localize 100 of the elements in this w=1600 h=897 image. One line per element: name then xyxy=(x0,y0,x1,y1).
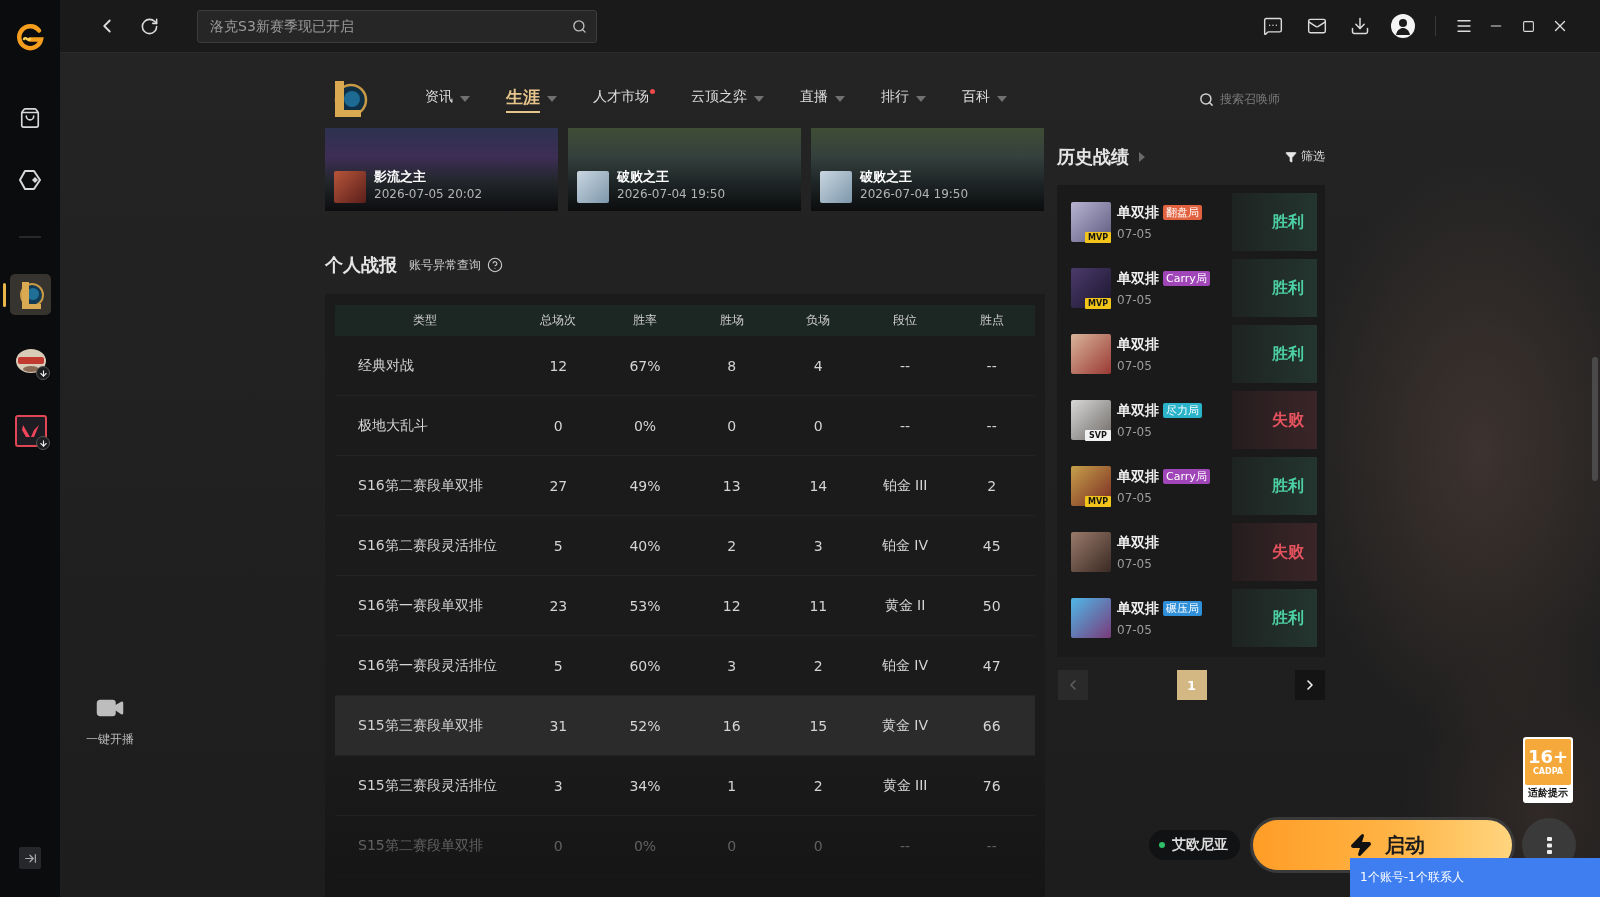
table-cell: 黄金 II xyxy=(884,596,926,615)
table-cell: 12 xyxy=(549,357,568,374)
go-live-button[interactable]: 一键开播 xyxy=(72,693,148,748)
shopping-bag-icon[interactable] xyxy=(19,107,41,129)
caret-right-icon[interactable] xyxy=(1139,151,1145,162)
match-tag: 翻盘局 xyxy=(1163,204,1202,220)
collapse-button[interactable] xyxy=(19,847,41,869)
table-cell: 31 xyxy=(549,717,568,734)
nav-tab[interactable]: 人才市场 xyxy=(593,79,655,119)
match-tag: 尽力局 xyxy=(1163,402,1202,418)
nav-tab[interactable]: 生涯 xyxy=(506,79,557,119)
table-cell: 34% xyxy=(629,777,661,794)
filter-button[interactable]: 筛选 xyxy=(1285,148,1325,165)
user-avatar-icon[interactable] xyxy=(1391,14,1415,38)
table-cell: 2 xyxy=(727,537,737,554)
search-icon[interactable] xyxy=(572,18,587,34)
match-date: 07-05 xyxy=(1117,358,1153,373)
match-tag: Carry局 xyxy=(1163,270,1210,286)
table-cell-text: 极地大乱斗 xyxy=(357,416,428,435)
account-check-link[interactable]: 账号异常查询 xyxy=(409,256,481,274)
table-cell: 11 xyxy=(809,597,828,614)
table-cell: 3 xyxy=(813,537,823,554)
table-cell: 0 xyxy=(727,837,737,854)
champion-name: 破败之王 xyxy=(617,169,670,184)
nav-tab[interactable]: 百科 xyxy=(962,79,1007,119)
next-page-button[interactable] xyxy=(1295,670,1325,700)
match-tag: 碾压局 xyxy=(1163,600,1202,616)
v-mark-icon xyxy=(14,414,47,447)
column-header: 胜率 xyxy=(632,312,658,329)
nav-tab[interactable]: 资讯 xyxy=(425,79,470,119)
table-cell: 66 xyxy=(982,717,1001,734)
caret-down-icon xyxy=(997,96,1007,102)
table-cell: 黄金 III xyxy=(882,776,928,795)
table-cell: 5 xyxy=(553,537,563,554)
match-result: 胜利 xyxy=(1232,325,1317,383)
match-date: 07-05 xyxy=(1117,292,1153,307)
table-cell: 23 xyxy=(549,597,568,614)
video-thumbnail[interactable]: 破败之王 2026-07-04 19:50 xyxy=(568,128,801,211)
video-thumbnail[interactable]: 影流之主 2026-07-05 20:02 xyxy=(325,128,558,211)
table-cell: 60% xyxy=(629,657,661,674)
selection-indicator xyxy=(3,283,6,307)
help-icon[interactable] xyxy=(487,257,503,273)
account-toast[interactable]: 1个账号-1个联系人 xyxy=(1350,858,1600,897)
match-result: 胜利 xyxy=(1232,457,1317,515)
menu-icon[interactable] xyxy=(1455,17,1473,35)
nav-tab[interactable]: 排行 xyxy=(881,79,926,119)
table-cell-text: S15第三赛段灵活排位 xyxy=(357,776,497,795)
summoner-search-field[interactable]: 搜索召唤师 xyxy=(1220,92,1300,106)
scrollbar[interactable] xyxy=(1592,357,1598,481)
chat-icon[interactable] xyxy=(1263,16,1283,36)
download-badge-icon xyxy=(36,366,50,380)
caret-down-icon xyxy=(835,96,845,102)
table-cell-text: S16第一赛段灵活排位 xyxy=(357,656,497,675)
maximize-icon[interactable] xyxy=(1521,19,1535,33)
match-result: 胜利 xyxy=(1232,589,1317,647)
table-cell: 0 xyxy=(553,837,563,854)
nav-tab[interactable]: 云顶之弈 xyxy=(691,79,764,119)
column-header: 胜场 xyxy=(718,312,745,329)
table-cell-text: S16第一赛段单双排 xyxy=(357,596,483,615)
table-cell: -- xyxy=(986,417,997,434)
search-icon xyxy=(1199,91,1214,107)
search-field[interactable]: 洛克S3新赛季现已开启 xyxy=(197,9,597,43)
server-selector[interactable]: 艾欧尼亚 xyxy=(1149,830,1240,860)
table-cell: -- xyxy=(899,837,911,854)
table-cell: 53% xyxy=(629,597,661,614)
rank-badge: SVP xyxy=(1085,430,1111,441)
table-cell: 2 xyxy=(813,657,823,674)
video-time: 2026-07-05 20:02 xyxy=(374,187,483,202)
table-cell: 黄金 IV xyxy=(881,716,929,735)
match-result: 失败 xyxy=(1232,391,1317,449)
refresh-icon[interactable] xyxy=(140,16,159,36)
table-cell: 40% xyxy=(629,537,661,554)
table-cell: 3 xyxy=(727,657,737,674)
game-mode: 单双排 xyxy=(1117,269,1159,287)
more-icon xyxy=(1546,836,1552,854)
tag-icon[interactable] xyxy=(18,169,42,191)
table-cell: 4 xyxy=(813,357,823,374)
table-cell-text: S16第二赛段灵活排位 xyxy=(357,536,497,555)
table-cell: 52% xyxy=(629,717,661,734)
nav-tab[interactable]: 直播 xyxy=(800,79,845,119)
game-tile[interactable] xyxy=(10,274,51,315)
match-result: 胜利 xyxy=(1232,259,1317,317)
game-mode: 单双排 xyxy=(1117,401,1159,419)
avatar-placeholder xyxy=(820,171,852,203)
match-result: 胜利 xyxy=(1232,193,1317,251)
lightning-icon xyxy=(1348,833,1373,857)
section-title: 历史战绩 xyxy=(1057,144,1129,169)
game-mode: 单双排 xyxy=(1117,203,1159,221)
table-cell: 0 xyxy=(727,417,737,434)
avatar-placeholder xyxy=(1071,532,1111,572)
avatar-placeholder xyxy=(1071,598,1111,638)
table-cell: 0 xyxy=(813,417,823,434)
game-mode: 单双排 xyxy=(1117,599,1159,617)
notification-dot xyxy=(650,89,655,94)
video-thumbnail[interactable]: 破败之王 2026-07-04 19:50 xyxy=(811,128,1044,211)
table-cell-text: S15第三赛段单双排 xyxy=(357,716,483,735)
download-icon[interactable] xyxy=(1350,16,1370,36)
column-header: 总场次 xyxy=(539,312,578,329)
mail-icon[interactable] xyxy=(1307,16,1327,36)
champion-name: 影流之主 xyxy=(374,169,427,184)
